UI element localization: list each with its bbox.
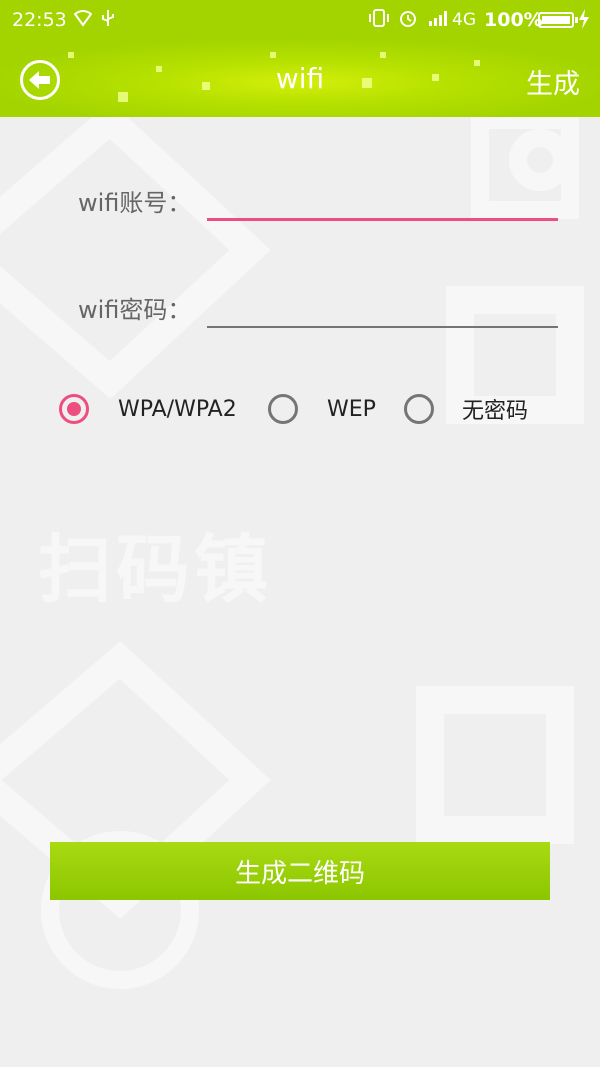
radio-wpa-wpa2[interactable]: WPA/WPA2 [59,393,237,425]
battery-percent: 100% [484,9,543,31]
page-title: wifi [275,62,325,95]
generate-qr-button[interactable]: 生成二维码 [50,842,550,900]
radio-unchecked-icon [268,394,298,424]
radio-label: WPA/WPA2 [118,396,237,422]
battery-icon [538,12,578,28]
wifi-icon [73,9,93,31]
radio-no-password[interactable]: 无密码 [404,393,528,425]
watermark-logo: 扫码镇 [38,527,272,613]
network-type: 4G [452,10,476,30]
alarm-icon [398,9,418,31]
password-input[interactable] [207,282,558,326]
signal-icon [428,9,450,31]
radio-label: 无密码 [462,399,529,424]
status-bar: 22:53 4G 100% [0,0,600,40]
radio-wep[interactable]: WEP [268,393,376,425]
password-input-underline [207,326,558,328]
charging-icon [578,9,590,33]
radio-checked-icon [59,394,89,424]
ssid-label: wifi账号： [78,189,192,217]
status-time: 22:53 [12,9,67,31]
usb-icon [100,9,116,31]
title-bar: wifi 生成 [0,40,600,117]
radio-unchecked-icon [404,394,434,424]
password-label: wifi密码： [78,296,192,324]
ssid-input[interactable] [207,176,558,220]
generate-action-button[interactable]: 生成 [526,62,580,101]
radio-label: WEP [327,396,376,422]
vibrate-icon [368,9,390,31]
ssid-input-underline [207,218,558,221]
